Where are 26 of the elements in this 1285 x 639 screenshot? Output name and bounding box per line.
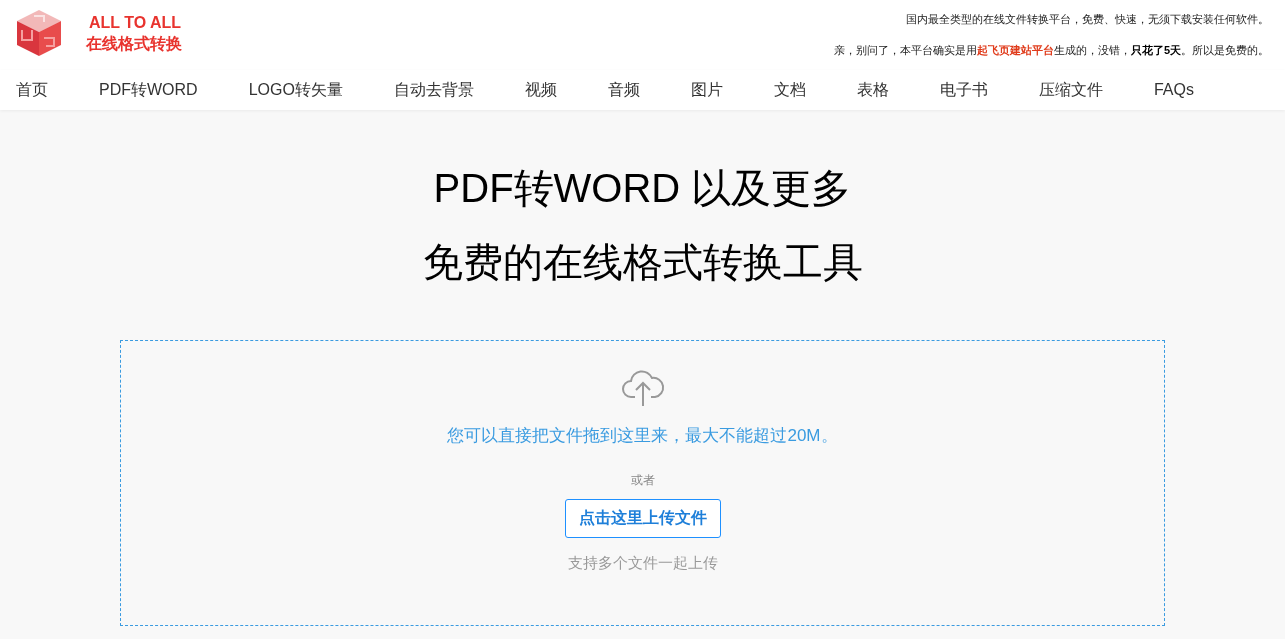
- nav-link[interactable]: 文档: [773, 78, 806, 102]
- nav-link[interactable]: 图片: [690, 78, 723, 102]
- hero-title: PDF转WORD 以及更多: [433, 165, 852, 212]
- multi-upload-note: 支持多个文件一起上传: [567, 552, 718, 573]
- drop-hint: 您可以直接把文件拖到这里来，最大不能超过20M。: [447, 425, 838, 447]
- nav-link[interactable]: 表格: [856, 78, 889, 102]
- upload-drop-zone[interactable]: 您可以直接把文件拖到这里来，最大不能超过20M。 或者 点击这里上传文件 支持多个文件一起上传: [120, 340, 1165, 626]
- nav-link[interactable]: 音频: [607, 78, 640, 102]
- nav-link[interactable]: FAQs: [1153, 78, 1194, 102]
- or-label: 或者: [630, 471, 655, 489]
- nav-link[interactable]: 首页: [16, 78, 48, 102]
- tagline: 国内最全类型的在线文件转换平台，免费、快速，无须下载安装任何软件。: [906, 12, 1269, 27]
- nav-link[interactable]: 压缩文件: [1038, 78, 1103, 102]
- logo-title: ALL TO ALL: [89, 13, 182, 33]
- hero-subtitle: 免费的在线格式转换工具: [422, 239, 863, 286]
- nav-link[interactable]: 视频: [524, 78, 557, 102]
- cloud-upload-icon: [620, 369, 665, 407]
- upload-button[interactable]: 点击这里上传文件: [564, 498, 721, 538]
- nav-link[interactable]: 自动去背景: [393, 78, 474, 102]
- notice-text: 亲，别问了，本平台确实是用起飞页建站平台生成的，没错，只花了5天。所以是免费的。: [833, 42, 1269, 58]
- nav-link[interactable]: LOGO转矢量: [248, 78, 343, 102]
- logo-subtitle: 在线格式转换: [86, 34, 182, 54]
- site-builder-link[interactable]: 起飞页建站平台: [976, 43, 1054, 56]
- cube-logo-icon: [14, 8, 64, 58]
- nav-link[interactable]: PDF转WORD: [99, 78, 198, 102]
- nav-link[interactable]: 电子书: [939, 78, 988, 102]
